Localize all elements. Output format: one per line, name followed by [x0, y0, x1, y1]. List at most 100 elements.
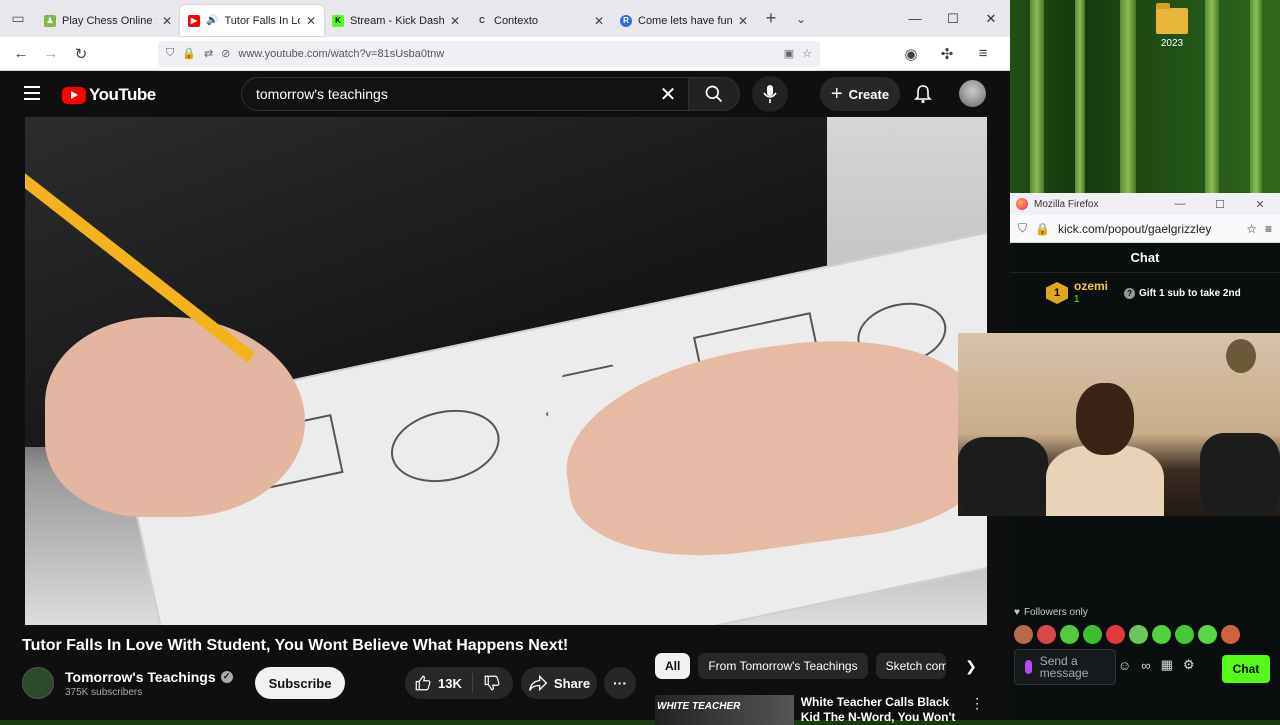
emote-icon[interactable] [1221, 625, 1240, 644]
emote-icon[interactable] [1083, 625, 1102, 644]
webcam-overlay [958, 333, 1280, 516]
voice-search-button[interactable] [752, 76, 788, 112]
close-tab-icon[interactable]: ✕ [306, 14, 316, 28]
toolbar-right: ◉ ✣ ≡ [896, 39, 998, 69]
forward-icon[interactable]: → [36, 39, 66, 69]
tab-contexto[interactable]: C Contexto ✕ [468, 5, 612, 36]
lock-icon: 🔒 [1035, 221, 1050, 236]
youtube-play-icon [62, 86, 86, 104]
chevron-down-icon[interactable]: ⌄ [786, 12, 816, 26]
account-avatar[interactable] [959, 80, 986, 107]
emote-icon[interactable] [1175, 625, 1194, 644]
store-icon[interactable]: ▦ [1161, 657, 1173, 673]
reader-view-icon[interactable]: ≡ [1265, 222, 1272, 236]
close-tab-icon[interactable]: ✕ [162, 14, 172, 28]
related-chips: All From Tomorrow's Teachings Sketch com… [655, 653, 946, 679]
more-actions-icon[interactable]: ··· [604, 667, 636, 699]
window-title: Mozilla Firefox [1034, 198, 1099, 210]
popup-url[interactable]: kick.com/popout/gaelgrizzley [1058, 222, 1238, 236]
close-tab-icon[interactable]: ✕ [738, 14, 748, 28]
search-box[interactable]: tomorrow's teachings ✕ [241, 77, 688, 111]
webcam-chair [1200, 433, 1280, 516]
recommended-video[interactable]: WHITE TEACHER White Teacher Calls Black … [655, 695, 985, 725]
gift-sub-cta[interactable]: ? Gift 1 sub to take 2nd [1124, 287, 1241, 299]
gifter[interactable]: ozemi 1 [1074, 280, 1108, 306]
close-tab-icon[interactable]: ✕ [594, 14, 604, 28]
dislike-button[interactable] [473, 674, 501, 692]
camera-blocked-icon[interactable]: ⊘ [221, 47, 230, 60]
minimize-icon[interactable]: — [1160, 198, 1200, 211]
microphone-icon[interactable] [1025, 660, 1032, 674]
video-player[interactable] [25, 117, 987, 625]
emote-icon[interactable] [1152, 625, 1171, 644]
emote-icon[interactable] [1060, 625, 1079, 644]
tab-kick-dashboard[interactable]: K Stream - Kick Dashbo ✕ [324, 5, 468, 36]
shield-icon[interactable]: ⛉ [166, 47, 174, 60]
hamburger-menu-icon[interactable] [24, 86, 40, 100]
infinity-icon[interactable]: ∞ [1141, 658, 1150, 673]
chip-sketch-comedy[interactable]: Sketch come [875, 653, 946, 679]
recommended-thumbnail[interactable]: WHITE TEACHER [655, 695, 794, 725]
account-icon[interactable]: ◉ [896, 39, 926, 69]
chat-send-button[interactable]: Chat [1222, 655, 1270, 683]
extensions-icon[interactable]: ✣ [932, 39, 962, 69]
maximize-icon[interactable]: ☐ [1200, 198, 1240, 211]
recommended-more-icon[interactable]: ⋮ [969, 695, 985, 725]
emote-picker-icon[interactable]: ☺ [1118, 658, 1131, 673]
youtube-logo[interactable]: YouTube [62, 85, 156, 105]
close-window-icon[interactable]: ✕ [1240, 198, 1280, 211]
close-tab-icon[interactable]: ✕ [450, 14, 460, 28]
desktop-folder-2023[interactable]: 2023 [1150, 3, 1194, 49]
search-input[interactable]: tomorrow's teachings [256, 86, 648, 102]
tab-come-lets-have-fun[interactable]: R Come lets have fun ✕ [612, 5, 756, 36]
speaker-icon[interactable]: 🔊 [206, 15, 218, 26]
share-button[interactable]: Share [521, 667, 597, 699]
channel-name[interactable]: Tomorrow's Teachings ✓ [65, 669, 233, 685]
popup-address-bar[interactable]: ⛉ 🔒 kick.com/popout/gaelgrizzley ☆ ≡ [1010, 215, 1280, 243]
kick-favicon-icon: K [332, 14, 344, 27]
emote-icon[interactable] [1014, 625, 1033, 644]
chat-message-input[interactable]: Send a message [1014, 649, 1116, 685]
gear-icon[interactable]: ⚙ [1183, 657, 1195, 673]
address-bar[interactable]: ⛉ 🔒 ⇄ ⊘ www.youtube.com/watch?v=81sUsba0… [158, 40, 820, 67]
folder-icon [1156, 3, 1188, 34]
channel-avatar[interactable] [22, 667, 54, 699]
emote-icon[interactable] [1198, 625, 1217, 644]
chip-all[interactable]: All [655, 653, 691, 679]
recommended-title[interactable]: White Teacher Calls Black Kid The N-Word… [801, 695, 969, 725]
reload-icon[interactable]: ↻ [66, 39, 96, 69]
chip-from-channel[interactable]: From Tomorrow's Teachings [698, 653, 868, 679]
tab-title: Tutor Falls In Love [224, 14, 299, 27]
lock-icon[interactable]: 🔒 [182, 47, 196, 60]
back-icon[interactable]: ← [6, 39, 36, 69]
clear-search-icon[interactable]: ✕ [648, 82, 688, 107]
new-tab-icon[interactable]: + [756, 8, 786, 29]
like-button[interactable]: 13K [405, 673, 473, 693]
bookmark-star-icon[interactable]: ☆ [1246, 222, 1257, 236]
notifications-bell-icon[interactable] [910, 81, 936, 107]
verified-check-icon: ✓ [220, 670, 233, 683]
minimize-icon[interactable]: — [896, 0, 934, 37]
url-text[interactable]: www.youtube.com/watch?v=81sUsba0tnw [238, 48, 775, 60]
create-label: Create [848, 86, 890, 102]
chat-tools: ☺ ∞ ▦ ⚙ [1118, 657, 1195, 673]
menu-icon[interactable]: ≡ [968, 39, 998, 69]
tab-list-icon[interactable]: ▭ [0, 0, 36, 37]
shield-icon[interactable]: ⛉ [1018, 221, 1027, 236]
bookmark-star-icon[interactable]: ☆ [802, 47, 812, 60]
reader-view-icon[interactable]: ▣ [784, 47, 794, 60]
channel-meta: Tomorrow's Teachings ✓ 375K subscribers [65, 669, 233, 698]
tab-youtube[interactable]: ▶ 🔊 Tutor Falls In Love ✕ [180, 5, 324, 36]
permissions-icon[interactable]: ⇄ [204, 47, 213, 60]
maximize-icon[interactable]: ☐ [934, 0, 972, 37]
search-icon [705, 85, 723, 103]
search-button[interactable] [688, 77, 740, 111]
create-button[interactable]: + Create [820, 77, 900, 111]
emote-icon[interactable] [1129, 625, 1148, 644]
tab-chess[interactable]: ♟ Play Chess Online for ✕ [36, 5, 180, 36]
close-window-icon[interactable]: ✕ [972, 0, 1010, 37]
emote-icon[interactable] [1037, 625, 1056, 644]
chevron-right-icon[interactable]: ❯ [958, 653, 984, 679]
subscribe-button[interactable]: Subscribe [254, 667, 346, 699]
emote-icon[interactable] [1106, 625, 1125, 644]
